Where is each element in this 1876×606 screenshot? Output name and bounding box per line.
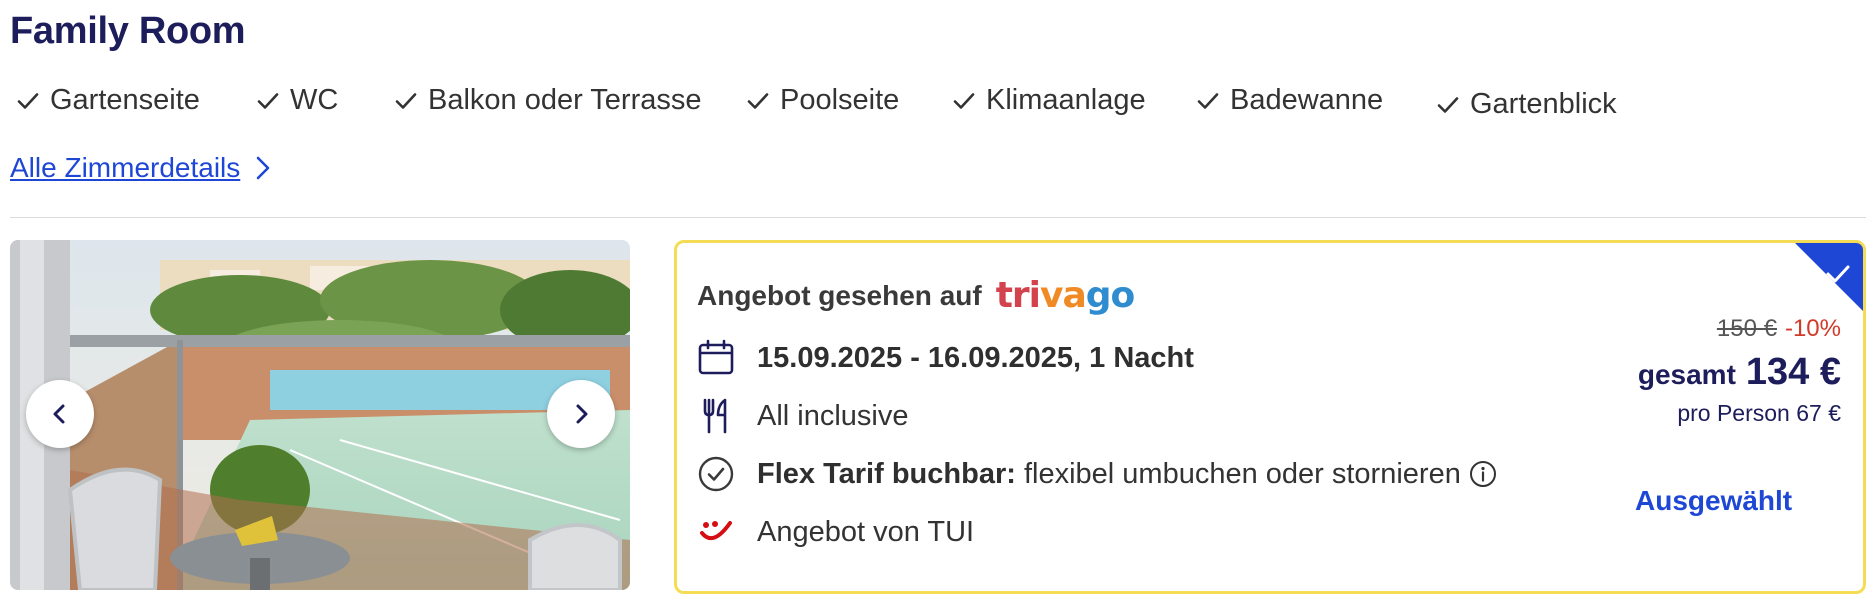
per-person-price: pro Person 67 € bbox=[1677, 400, 1841, 426]
all-room-details-link[interactable]: Alle Zimmerdetails bbox=[10, 152, 272, 184]
check-circle-icon bbox=[697, 455, 735, 493]
offer-card[interactable]: Angebot gesehen auf trivago 15.09.2025 -… bbox=[674, 240, 1866, 594]
feature-label: Gartenseite bbox=[50, 84, 200, 116]
feature-label: Poolseite bbox=[780, 84, 900, 116]
chevron-right-icon[interactable] bbox=[569, 402, 593, 426]
feature-label: Balkon oder Terrasse bbox=[428, 84, 702, 116]
feature-item: Gartenseite bbox=[16, 84, 200, 117]
room-photo-gallery[interactable] bbox=[10, 240, 630, 590]
info-icon[interactable] bbox=[1469, 460, 1497, 488]
seen-on-row: Angebot gesehen auf trivago bbox=[697, 275, 1136, 316]
feature-label: Klimaanlage bbox=[986, 84, 1146, 116]
calendar-icon bbox=[697, 339, 735, 377]
room-title: Family Room bbox=[10, 10, 246, 52]
feature-item: Balkon oder Terrasse bbox=[394, 84, 702, 117]
flex-tariff-title: Flex Tarif buchbar: bbox=[757, 457, 1016, 490]
total-price: 134 € bbox=[1745, 351, 1841, 393]
gallery-next-button[interactable] bbox=[547, 380, 615, 448]
gallery-prev-button[interactable] bbox=[26, 380, 94, 448]
feature-list: Gartenseite WC Balkon oder Terrasse Pool… bbox=[16, 84, 1716, 124]
dates-row: 15.09.2025 - 16.09.2025, 1 Nacht bbox=[697, 339, 1194, 377]
feature-item: WC bbox=[256, 84, 338, 117]
chevron-left-icon[interactable] bbox=[48, 402, 72, 426]
section-divider bbox=[10, 217, 1866, 218]
feature-item: Badewanne bbox=[1196, 84, 1383, 117]
discount-badge: -10% bbox=[1784, 315, 1841, 342]
board-row: All inclusive bbox=[697, 397, 909, 435]
all-room-details-label[interactable]: Alle Zimmerdetails bbox=[10, 152, 240, 184]
checkmark-icon bbox=[257, 92, 279, 109]
checkmark-icon bbox=[395, 92, 417, 109]
selected-check-badge bbox=[1795, 243, 1863, 311]
feature-label: WC bbox=[290, 84, 339, 116]
travel-dates: 15.09.2025 - 16.09.2025, 1 Nacht bbox=[757, 341, 1194, 374]
tui-logo-icon bbox=[697, 513, 735, 551]
feature-item: Poolseite bbox=[746, 84, 899, 117]
checkmark-icon bbox=[1437, 96, 1459, 113]
feature-label: Badewanne bbox=[1230, 84, 1384, 116]
checkmark-icon bbox=[953, 92, 975, 109]
checkmark-icon bbox=[17, 92, 39, 109]
feature-item: Gartenblick bbox=[1436, 88, 1617, 121]
checkmark-icon bbox=[747, 92, 769, 109]
chevron-right-icon[interactable] bbox=[254, 155, 272, 181]
operator-text: Angebot von TUI bbox=[757, 515, 975, 548]
selected-status[interactable]: Ausgewählt bbox=[1635, 485, 1792, 517]
trivago-logo: trivago bbox=[995, 275, 1136, 316]
total-label: gesamt bbox=[1637, 359, 1736, 390]
flex-tariff-text: flexibel umbuchen oder stornieren bbox=[1023, 457, 1461, 490]
flex-tariff-row: Flex Tarif buchbar: flexibel umbuchen od… bbox=[697, 455, 1497, 493]
old-price: 150 € bbox=[1716, 315, 1777, 342]
seen-on-label: Angebot gesehen auf bbox=[697, 279, 982, 311]
checkmark-icon bbox=[1197, 92, 1219, 109]
room-photo bbox=[10, 240, 630, 590]
feature-label: Gartenblick bbox=[1470, 88, 1617, 120]
price-block: 150 € -10% gesamt 134 € pro Person 67 € bbox=[1638, 315, 1841, 427]
board-type: All inclusive bbox=[757, 399, 909, 432]
operator-row: Angebot von TUI bbox=[697, 513, 974, 551]
cutlery-icon bbox=[697, 397, 735, 435]
feature-item: Klimaanlage bbox=[952, 84, 1146, 117]
